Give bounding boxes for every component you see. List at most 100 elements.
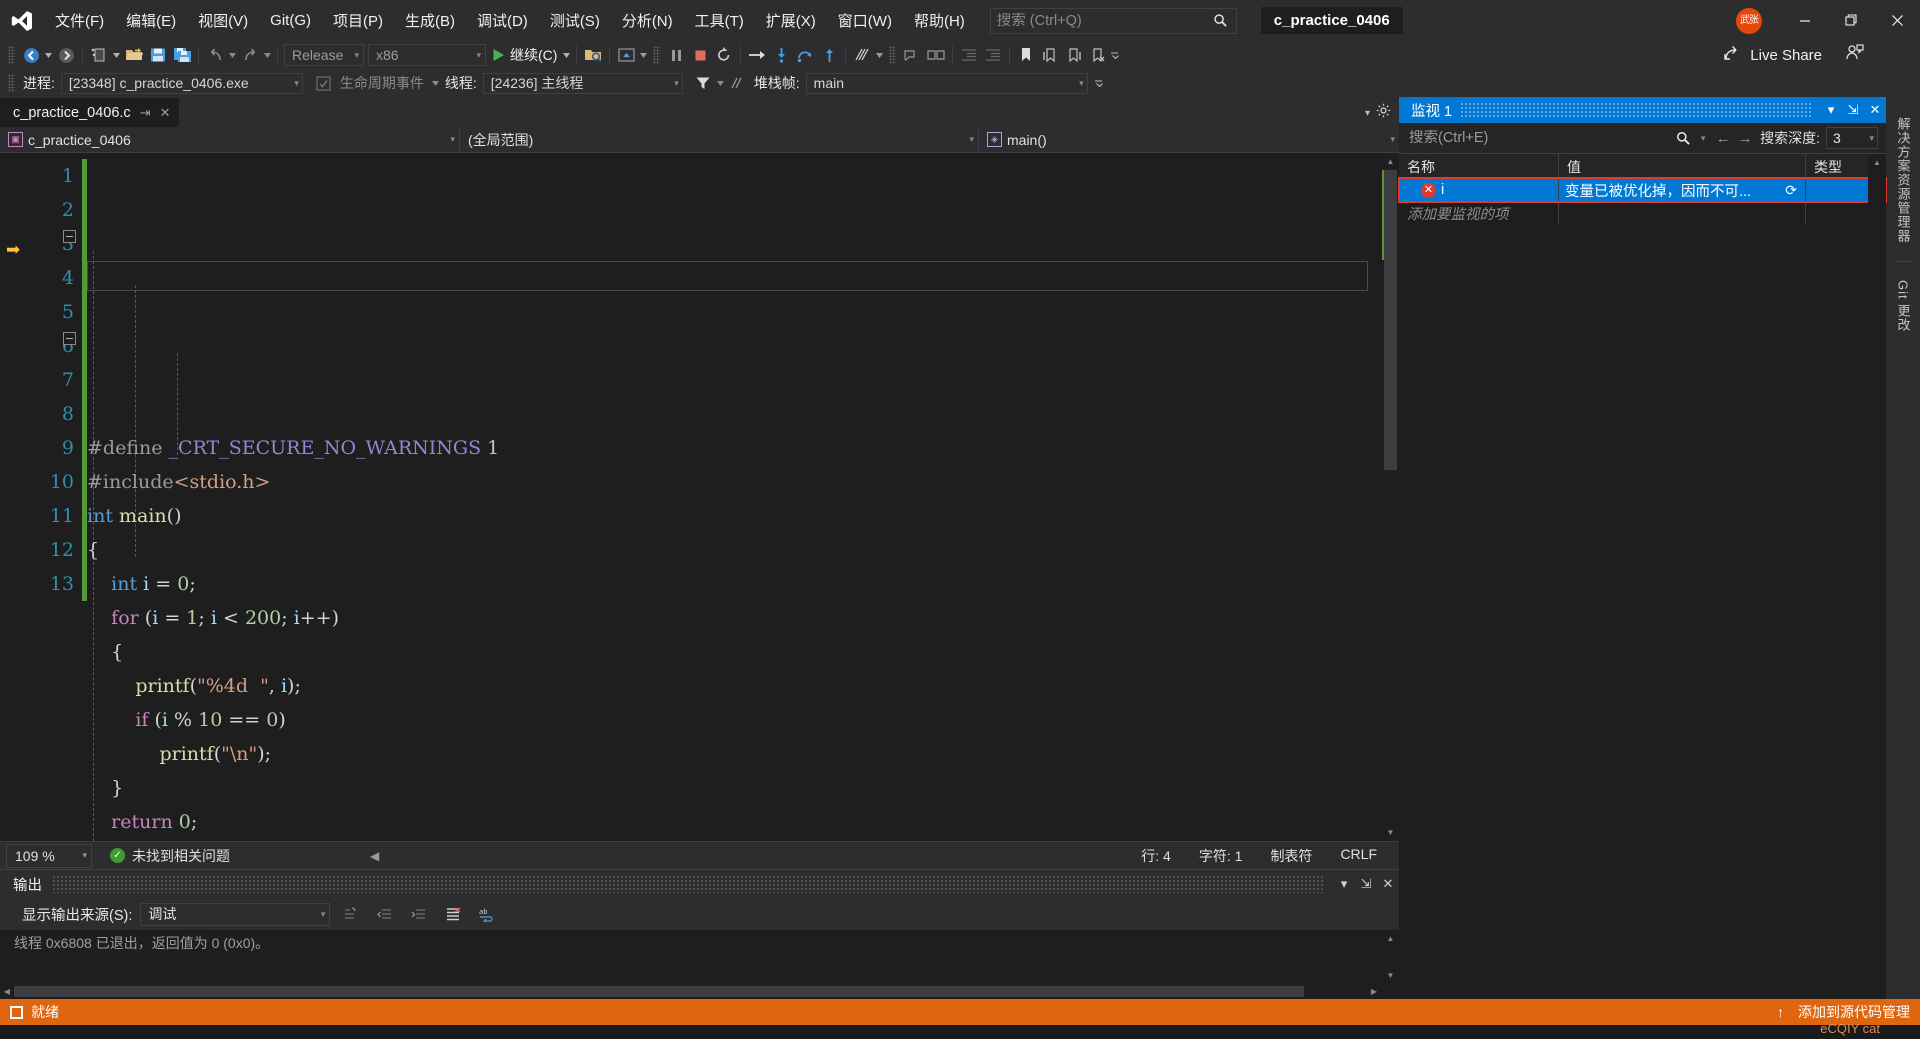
step-over-icon[interactable]: [793, 43, 817, 67]
fold-toggle-main[interactable]: −: [63, 230, 76, 243]
problems-collapse-icon[interactable]: ◀: [370, 849, 379, 863]
watch-panel-drag-handle[interactable]: [1460, 102, 1812, 118]
code-line[interactable]: #define _CRT_SECURE_NO_WARNINGS 1: [87, 431, 1382, 465]
problems-summary[interactable]: ✓ 未找到相关问题: [110, 846, 230, 866]
code-line[interactable]: {: [87, 635, 1382, 669]
menu-edit[interactable]: 编辑(E): [115, 0, 187, 41]
scope-selector-combo[interactable]: (全局范围) ▾: [460, 127, 979, 152]
toolbar-overflow-icon[interactable]: [1110, 44, 1121, 66]
scrollbar-thumb[interactable]: [1384, 170, 1397, 470]
output-panel-pin-icon[interactable]: ⇲: [1355, 873, 1377, 895]
search-input[interactable]: [996, 12, 1212, 29]
menu-extensions[interactable]: 扩展(X): [755, 0, 827, 41]
search-next-icon[interactable]: →: [1734, 126, 1756, 150]
watch-add-item-value-cell[interactable]: [1559, 202, 1806, 224]
maximize-restore-button[interactable]: [1828, 0, 1874, 41]
step-out-icon[interactable]: [817, 43, 841, 67]
menu-analyze[interactable]: 分析(N): [611, 0, 684, 41]
menu-project[interactable]: 项目(P): [322, 0, 394, 41]
editor-settings-gear-icon[interactable]: [1376, 103, 1391, 123]
search-depth-combo[interactable]: 3 ▾: [1826, 127, 1878, 149]
watch-add-item-row[interactable]: 添加要监视的项: [1399, 202, 1886, 224]
go-to-next-message-icon[interactable]: [406, 902, 432, 926]
restart-icon[interactable]: [712, 43, 736, 67]
watch-row-name-cell[interactable]: ✕ i: [1399, 178, 1559, 202]
editor-vertical-scrollbar[interactable]: ▲ ▼: [1382, 153, 1399, 841]
save-all-icon[interactable]: [170, 43, 194, 67]
watch-grid[interactable]: 名称 值 类型 ✕ i 变量已被优化掉，因而不可... ⟳ 添加要监视的项 ▲: [1398, 154, 1887, 999]
show-next-statement-icon[interactable]: [745, 43, 769, 67]
menu-file[interactable]: 文件(F): [44, 0, 115, 41]
close-button[interactable]: [1874, 0, 1920, 41]
output-scroll-left-icon[interactable]: ◀: [0, 984, 14, 999]
process-combo[interactable]: [23348] c_practice_0406.exe ▾: [60, 72, 303, 94]
output-scroll-down-icon[interactable]: ▼: [1382, 967, 1399, 983]
menu-debug[interactable]: 调试(D): [466, 0, 539, 41]
close-tab-icon[interactable]: ✕: [160, 105, 171, 121]
project-selector-combo[interactable]: ▣ c_practice_0406 ▾: [0, 127, 460, 152]
new-project-dropdown-icon[interactable]: [111, 44, 122, 66]
output-horizontal-scrollbar[interactable]: ◀ ▶: [0, 984, 1381, 999]
code-line[interactable]: printf("\n");: [87, 737, 1382, 771]
output-vertical-scrollbar[interactable]: ▲ ▼: [1382, 930, 1399, 999]
solution-platform-combo[interactable]: x86 ▾: [368, 44, 486, 66]
search-options-dropdown-icon[interactable]: ▾: [1694, 126, 1712, 150]
step-into-icon[interactable]: [769, 43, 793, 67]
breakpoint-gutter[interactable]: ➡: [0, 153, 28, 841]
redo-dropdown-icon[interactable]: [262, 44, 273, 66]
break-all-icon[interactable]: [664, 43, 688, 67]
menu-view[interactable]: 视图(V): [187, 0, 259, 41]
live-share-group[interactable]: Live Share: [1724, 41, 1864, 69]
thread-combo[interactable]: [24236] 主线程 ▾: [482, 72, 683, 94]
zoom-level-combo[interactable]: 109 % ▾: [6, 843, 92, 868]
code-line[interactable]: {: [87, 533, 1382, 567]
decrease-indent-icon[interactable]: [957, 43, 981, 67]
menu-window[interactable]: 窗口(W): [827, 0, 903, 41]
document-tab-c-practice[interactable]: c_practice_0406.c ⇥ ✕: [0, 98, 179, 127]
watch-panel-pin-icon[interactable]: ⇲: [1842, 99, 1864, 121]
undo-icon[interactable]: [203, 43, 227, 67]
uncomment-selection-icon[interactable]: [924, 43, 948, 67]
clear-bookmarks-icon[interactable]: [1086, 43, 1110, 67]
search-icon[interactable]: [1672, 126, 1694, 150]
new-project-icon[interactable]: [87, 43, 111, 67]
open-file-icon[interactable]: [122, 43, 146, 67]
watch-scroll-up-icon[interactable]: ▲: [1868, 154, 1886, 170]
code-line[interactable]: int main(): [87, 499, 1382, 533]
scroll-up-icon[interactable]: ▲: [1382, 153, 1399, 170]
code-line[interactable]: int i = 0;: [87, 567, 1382, 601]
navigate-back-icon[interactable]: [19, 43, 43, 67]
next-bookmark-icon[interactable]: [1062, 43, 1086, 67]
toolbar-grip-3[interactable]: [889, 46, 897, 64]
watch-panel-menu-icon[interactable]: ▾: [1820, 99, 1842, 121]
lifecycle-events-icon[interactable]: [312, 71, 336, 95]
send-feedback-icon[interactable]: [1846, 44, 1864, 66]
attach-to-process-icon[interactable]: [581, 43, 605, 67]
clear-output-icon[interactable]: [440, 902, 466, 926]
debug-toolbar-grip[interactable]: [8, 74, 15, 92]
watch-row-value-cell[interactable]: 变量已被优化掉，因而不可... ⟳: [1559, 178, 1806, 202]
add-to-source-control-label[interactable]: 添加到源代码管理: [1798, 1002, 1910, 1022]
watch-panel-close-icon[interactable]: ✕: [1864, 99, 1886, 121]
output-hscroll-thumb[interactable]: [14, 986, 1304, 997]
user-avatar[interactable]: 武张: [1736, 7, 1762, 34]
code-line[interactable]: }: [87, 771, 1382, 805]
previous-bookmark-icon[interactable]: [1038, 43, 1062, 67]
navigate-back-dropdown-icon[interactable]: [43, 44, 54, 66]
output-panel-menu-icon[interactable]: ▾: [1333, 873, 1355, 895]
minimize-button[interactable]: [1782, 0, 1828, 41]
output-scroll-right-icon[interactable]: ▶: [1367, 984, 1381, 999]
hot-reload-icon[interactable]: [614, 43, 638, 67]
filter-threads-icon[interactable]: [691, 71, 715, 95]
continue-button[interactable]: 继续(C): [488, 43, 561, 67]
continue-dropdown-icon[interactable]: [561, 44, 572, 66]
menu-test[interactable]: 测试(S): [539, 0, 611, 41]
code-line[interactable]: }: [87, 839, 1382, 841]
code-line[interactable]: return 0;: [87, 805, 1382, 839]
column-header-name[interactable]: 名称: [1399, 154, 1559, 177]
increase-indent-icon[interactable]: [981, 43, 1005, 67]
fold-toggle-for[interactable]: −: [63, 332, 76, 345]
output-panel-close-icon[interactable]: ✕: [1377, 873, 1399, 895]
vertical-tab-git-changes[interactable]: Git 更改: [1891, 270, 1916, 342]
code-text[interactable]: − − #define _CRT_SECURE_NO_WARNINGS 1 #in…: [63, 153, 1382, 841]
